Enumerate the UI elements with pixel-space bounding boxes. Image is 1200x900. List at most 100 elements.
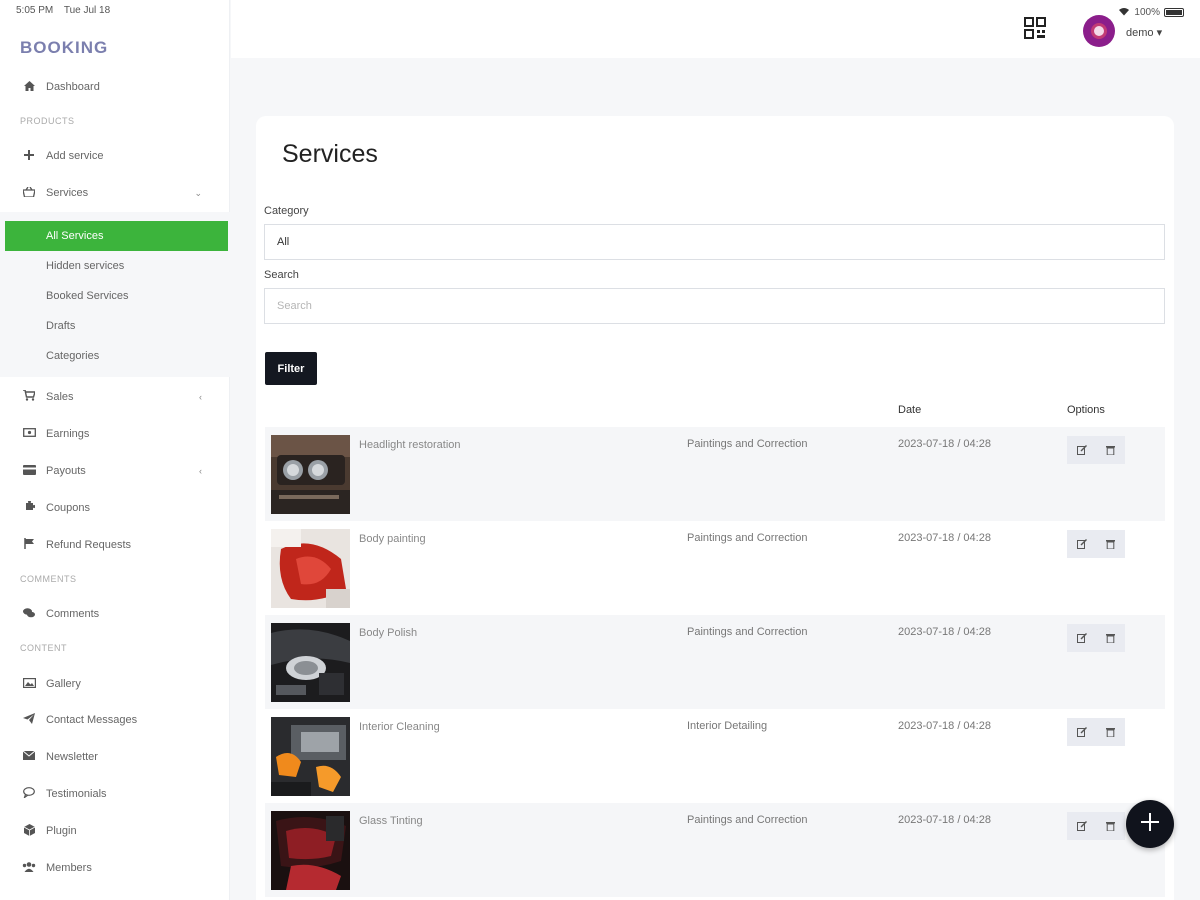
- sidebar-item-label: Gallery: [46, 678, 81, 690]
- sidebar-item-label: Dashboard: [46, 81, 100, 93]
- service-thumbnail: [271, 623, 350, 702]
- sidebar: BOOKING Dashboard PRODUCTS Add service S…: [0, 0, 230, 900]
- trash-icon[interactable]: [1096, 812, 1125, 840]
- search-label: Search: [264, 269, 299, 281]
- battery-icon: [1164, 8, 1184, 17]
- table-row[interactable]: Body painting Paintings and Correction 2…: [265, 521, 1165, 615]
- edit-icon[interactable]: [1067, 718, 1096, 746]
- qr-code-icon[interactable]: [1024, 17, 1046, 39]
- sidebar-item-label: Comments: [46, 608, 100, 620]
- sidebar-subitem-all-services[interactable]: All Services: [5, 221, 228, 251]
- envelope-icon: [22, 750, 36, 763]
- edit-icon[interactable]: [1067, 812, 1096, 840]
- cart-icon: [22, 389, 36, 404]
- service-date: 2023-07-18 / 04:28: [898, 720, 991, 732]
- service-thumbnail: [271, 717, 350, 796]
- puzzle-icon: [22, 500, 36, 515]
- service-date: 2023-07-18 / 04:28: [898, 814, 991, 826]
- page-title: Services: [282, 140, 378, 168]
- image-icon: [22, 677, 36, 691]
- sidebar-item-earnings[interactable]: Earnings: [0, 417, 230, 451]
- edit-icon[interactable]: [1067, 624, 1096, 652]
- plus-icon: [22, 149, 36, 163]
- sidebar-item-label: Plugin: [46, 825, 77, 837]
- users-icon: [22, 861, 36, 875]
- status-bar: 5:05 PM Tue Jul 18 100%: [0, 0, 1200, 20]
- service-thumbnail: [271, 529, 350, 608]
- speech-bubble-icon: [22, 787, 36, 801]
- sidebar-item-services[interactable]: Services ⌄: [0, 176, 230, 210]
- sidebar-item-add-service[interactable]: Add service: [0, 139, 230, 173]
- service-name[interactable]: Headlight restoration: [359, 439, 461, 451]
- table-row[interactable]: Headlight restoration Paintings and Corr…: [265, 427, 1165, 521]
- sidebar-subitem-drafts[interactable]: Drafts: [5, 311, 228, 341]
- sidebar-item-comments[interactable]: Comments: [0, 597, 230, 631]
- category-value: All: [277, 236, 290, 248]
- wifi-icon: [1118, 7, 1130, 19]
- sidebar-item-contact-messages[interactable]: Contact Messages: [0, 703, 230, 737]
- edit-icon[interactable]: [1067, 530, 1096, 558]
- sidebar-item-label: Earnings: [46, 428, 90, 440]
- section-label-content: CONTENT: [20, 643, 67, 653]
- service-category: Interior Detailing: [687, 720, 768, 732]
- category-select[interactable]: All: [264, 224, 1165, 260]
- service-category: Paintings and Correction: [687, 626, 808, 638]
- sidebar-item-refund-requests[interactable]: Refund Requests: [0, 528, 230, 562]
- table-row[interactable]: Interior Cleaning Interior Detailing 202…: [265, 709, 1165, 803]
- sidebar-item-testimonials[interactable]: Testimonials: [0, 777, 230, 811]
- chevron-left-icon: ‹: [199, 392, 202, 402]
- service-date: 2023-07-18 / 04:28: [898, 532, 991, 544]
- table-row[interactable]: Glass Tinting Paintings and Correction 2…: [265, 803, 1165, 897]
- service-category: Paintings and Correction: [687, 532, 808, 544]
- sidebar-item-label: Contact Messages: [46, 714, 138, 726]
- battery-percent: 100%: [1134, 7, 1160, 18]
- service-name[interactable]: Body Polish: [359, 627, 417, 639]
- sidebar-item-payouts[interactable]: Payouts ‹: [0, 454, 230, 488]
- section-label-products: PRODUCTS: [20, 116, 75, 126]
- money-icon: [22, 428, 36, 440]
- user-menu[interactable]: demo ▾: [1126, 26, 1162, 39]
- trash-icon[interactable]: [1096, 530, 1125, 558]
- chevron-left-icon: ‹: [199, 466, 202, 476]
- service-date: 2023-07-18 / 04:28: [898, 438, 991, 450]
- sidebar-item-gallery[interactable]: Gallery: [0, 667, 230, 701]
- service-thumbnail: [271, 435, 350, 514]
- search-input[interactable]: [277, 300, 1164, 312]
- sidebar-item-label: Coupons: [46, 502, 91, 514]
- edit-icon[interactable]: [1067, 436, 1096, 464]
- row-options: [1067, 718, 1125, 746]
- service-name[interactable]: Glass Tinting: [359, 815, 423, 827]
- credit-card-icon: [22, 464, 36, 478]
- sidebar-item-sales[interactable]: Sales ‹: [0, 380, 230, 414]
- sidebar-item-dashboard[interactable]: Dashboard: [0, 70, 230, 104]
- add-fab-button[interactable]: [1126, 800, 1174, 848]
- filter-button[interactable]: Filter: [265, 352, 317, 385]
- sidebar-item-plugin[interactable]: Plugin: [0, 814, 230, 848]
- sidebar-item-members[interactable]: Members: [0, 851, 230, 885]
- service-name[interactable]: Body painting: [359, 533, 426, 545]
- comments-icon: [22, 607, 36, 621]
- flag-icon: [22, 538, 36, 552]
- table-row[interactable]: Body Polish Paintings and Correction 202…: [265, 615, 1165, 709]
- trash-icon[interactable]: [1096, 436, 1125, 464]
- sidebar-item-coupons[interactable]: Coupons: [0, 491, 230, 525]
- sidebar-subitem-categories[interactable]: Categories: [5, 341, 228, 371]
- trash-icon[interactable]: [1096, 718, 1125, 746]
- category-label: Category: [264, 205, 309, 217]
- paper-plane-icon: [22, 713, 36, 727]
- service-category: Paintings and Correction: [687, 814, 808, 826]
- sidebar-subitem-hidden-services[interactable]: Hidden services: [5, 251, 228, 281]
- sidebar-item-label: Services: [46, 187, 89, 199]
- sidebar-item-label: Newsletter: [46, 751, 98, 763]
- service-thumbnail: [271, 811, 350, 890]
- sidebar-item-label: Sales: [46, 391, 74, 403]
- plus-icon: [1141, 812, 1159, 836]
- sidebar-item-newsletter[interactable]: Newsletter: [0, 740, 230, 774]
- trash-icon[interactable]: [1096, 624, 1125, 652]
- search-field[interactable]: [264, 288, 1165, 324]
- service-name[interactable]: Interior Cleaning: [359, 721, 440, 733]
- basket-icon: [22, 186, 36, 200]
- sidebar-subitem-booked-services[interactable]: Booked Services: [5, 281, 228, 311]
- section-label-comments: COMMENTS: [20, 574, 77, 584]
- brand-logo[interactable]: BOOKING: [20, 38, 108, 58]
